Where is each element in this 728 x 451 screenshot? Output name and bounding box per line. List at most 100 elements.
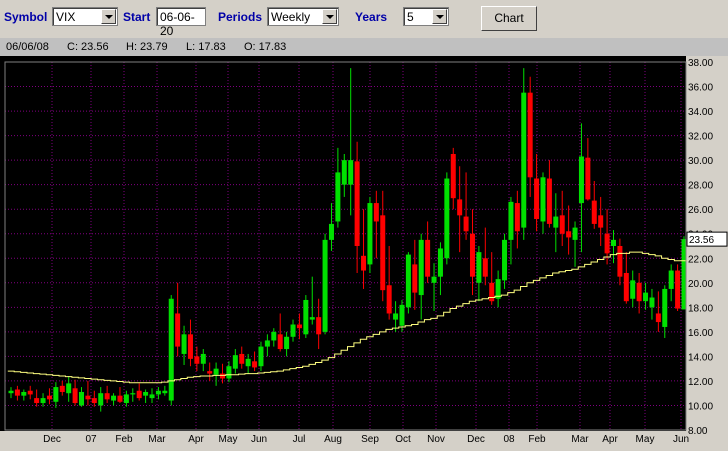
candle-body [623,272,629,302]
plot-border [4,61,687,431]
candle-body [463,216,469,232]
candle-body [226,366,232,379]
symbol-label: Symbol [4,10,48,24]
info-close: C: 23.56 [67,41,109,53]
candle-body [476,252,482,283]
candle-body [72,388,78,404]
info-high: H: 23.79 [126,41,168,53]
candle-body [425,239,431,277]
y-tick-label: 36.00 [688,83,713,94]
candle-body [675,270,681,309]
candle-body [431,276,437,283]
candle-body [98,393,104,406]
candle-body [636,282,642,302]
candle-body [348,160,354,185]
candle-body [604,233,610,254]
chevron-down-icon[interactable] [432,9,447,24]
candle-body [213,368,219,375]
symbol-select[interactable]: VIX [52,7,118,26]
candle-body [316,317,322,335]
ohlc-infobar: 06/06/08 C: 23.56 H: 23.79 L: 17.83 O: 1… [0,38,728,56]
chevron-down-icon[interactable] [322,9,337,24]
candle-body [469,233,475,277]
y-tick-label: 38.00 [688,58,713,69]
candle-body [104,393,110,400]
x-tick-label: Jul [293,434,306,445]
candle-body [187,334,193,359]
y-tick-label: 12.00 [688,377,713,388]
candle-body [386,285,392,314]
candle-body [136,390,142,399]
x-tick-label: May [636,434,655,445]
candle-body [450,154,456,199]
candle-body [437,248,443,277]
candle-body [630,280,636,299]
last-price-label: 23.56 [689,235,714,246]
candle-body [207,371,213,374]
x-tick-label: 08 [503,434,515,445]
candle-body [373,203,379,222]
x-tick-label: Feb [115,434,133,445]
chevron-down-icon[interactable] [101,9,116,24]
info-low: L: 17.83 [186,41,226,53]
candle-body [27,390,33,395]
candle-body [457,199,463,216]
x-tick-label: Apr [188,434,204,445]
candle-body [399,304,405,326]
candle-body [412,264,418,293]
x-tick-label: Feb [528,434,546,445]
candle-body [79,391,85,406]
candle-body [489,282,495,302]
start-input[interactable]: 06-06-20 [156,7,206,38]
candle-body [444,178,450,259]
candle-body [85,395,91,400]
x-tick-label: Jun [251,434,267,445]
candle-body [354,161,360,246]
x-tick-label: Apr [602,434,618,445]
candle-body [361,255,367,271]
y-tick-label: 22.00 [688,254,713,265]
candle-body [194,356,200,364]
candle-body [181,334,187,354]
chart-button[interactable]: Chart [481,6,537,31]
candle-body [40,398,46,404]
candle-body [220,373,226,379]
periods-label: Periods [218,10,263,24]
toolbar: Symbol VIX Start 06-06-20 Periods Weekly… [0,0,728,38]
candle-body [258,346,264,367]
start-value: 06-06-20 [160,10,195,38]
candle-body [155,390,161,395]
candle-body [8,390,14,394]
symbol-value: VIX [56,10,76,24]
candle-body [649,297,655,308]
periods-select[interactable]: Weekly [267,7,339,26]
y-tick-label: 20.00 [688,279,713,290]
candle-body [482,258,488,277]
candle-body [271,331,277,341]
x-tick-label: Jun [673,434,689,445]
price-chart[interactable]: 38.0036.0034.0032.0030.0028.0026.0024.00… [0,56,728,451]
candle-body [572,227,578,240]
candle-body [162,390,168,394]
candle-body [252,361,258,368]
candle-body [617,246,623,277]
x-tick-label: Mar [571,434,589,445]
y-tick-label: 28.00 [688,181,713,192]
x-tick-label: Mar [148,434,166,445]
x-tick-label: 07 [85,434,97,445]
candle-body [328,223,334,240]
y-tick-label: 10.00 [688,401,713,412]
candle-body [239,353,245,364]
candle-body [53,387,59,402]
candle-body [514,203,520,232]
years-label: Years [355,10,388,24]
y-tick-label: 26.00 [688,205,713,216]
years-select[interactable]: 5 [403,7,449,26]
y-tick-label: 18.00 [688,303,713,314]
candle-body [418,239,424,296]
candle-body [66,383,72,394]
candle-body [585,157,591,200]
x-tick-label: Dec [467,434,485,445]
candle-body [655,313,661,323]
candle-body [143,391,149,396]
